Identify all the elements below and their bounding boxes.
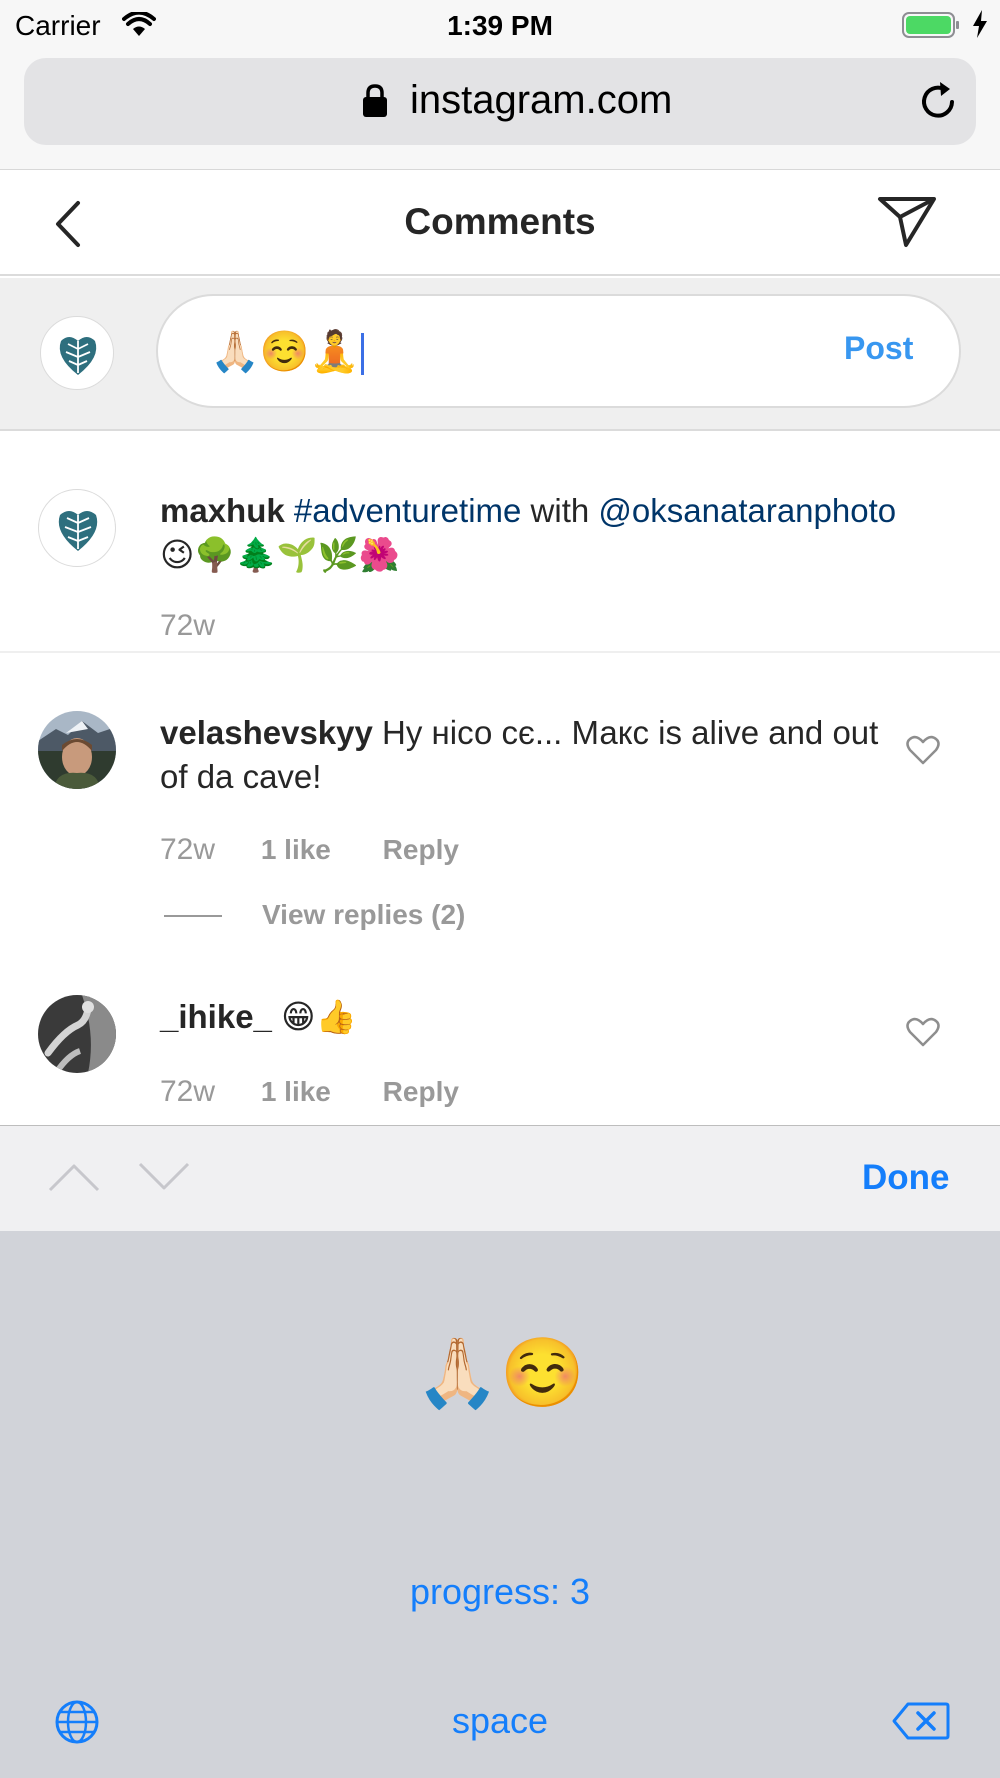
like-count[interactable]: 1 like xyxy=(261,1076,331,1107)
heart-icon[interactable] xyxy=(906,1017,940,1047)
comment-composer: 🙏🏻☺️🧘 Post xyxy=(0,278,1000,431)
divider xyxy=(164,915,222,917)
leaf-logo-icon xyxy=(59,337,97,375)
comment-input-value[interactable]: 🙏🏻☺️🧘 xyxy=(210,328,365,376)
status-bar: Carrier 1:39 PM xyxy=(0,0,1000,50)
avatar[interactable] xyxy=(38,489,116,567)
done-button[interactable]: Done xyxy=(862,1158,950,1198)
keyboard-bottom-row: space xyxy=(0,1661,1000,1778)
delete-icon[interactable] xyxy=(892,1701,950,1741)
page-title: Comments xyxy=(404,201,596,242)
like-count[interactable]: 1 like xyxy=(261,834,331,865)
user-photo-icon xyxy=(38,711,116,789)
send-direct-icon[interactable] xyxy=(876,193,938,249)
emoji-keyboard: 🙏🏻☺️ progress: 3 space xyxy=(0,1231,1000,1778)
heart-icon[interactable] xyxy=(906,735,940,765)
browser-url-area: instagram.com xyxy=(0,50,1000,170)
comments-header: Comments xyxy=(0,171,1000,276)
avatar[interactable] xyxy=(38,711,116,789)
comment-time: 72w xyxy=(160,833,216,866)
emoji-preview: 🙏🏻☺️ xyxy=(415,1335,585,1411)
comment-item: _ihike_ 😁👍 72w 1 like Reply xyxy=(0,955,1000,1125)
progress-text: progress: 3 xyxy=(409,1571,591,1612)
post-caption: maxhuk #adventuretime with @oksanataranp… xyxy=(0,433,1000,653)
leaf-logo-icon xyxy=(58,511,98,551)
comment-username[interactable]: velashevskyy xyxy=(160,714,373,751)
comment-username[interactable]: _ihike_ xyxy=(160,998,272,1035)
chevron-up-icon[interactable] xyxy=(48,1162,100,1192)
avatar[interactable] xyxy=(38,995,116,1073)
chevron-down-icon[interactable] xyxy=(138,1162,190,1192)
user-photo-icon xyxy=(38,995,116,1073)
comment-text: _ihike_ 😁👍 xyxy=(160,995,880,1039)
avatar xyxy=(40,316,114,390)
comment-input[interactable]: 🙏🏻☺️🧘 Post xyxy=(156,294,961,408)
caption-text: maxhuk #adventuretime with @oksanataranp… xyxy=(160,489,960,577)
lock-icon xyxy=(363,84,387,117)
comment-text: velashevskyy Ну нісо сє... Макс is alive… xyxy=(160,711,880,799)
url-text: instagram.com xyxy=(410,78,673,122)
reload-icon[interactable] xyxy=(916,80,960,124)
keyboard-accessory-bar: Done xyxy=(0,1125,1000,1231)
comment-item: velashevskyy Ну нісо сє... Макс is alive… xyxy=(0,655,1000,955)
reply-button[interactable]: Reply xyxy=(383,1076,459,1107)
charging-bolt-icon xyxy=(973,10,987,38)
space-key[interactable]: space xyxy=(150,1671,850,1771)
view-replies-button[interactable]: View replies (2) xyxy=(262,899,465,931)
address-bar[interactable]: instagram.com xyxy=(24,58,976,145)
caption-word: with xyxy=(530,492,590,529)
mention-link[interactable]: @oksanataranphoto xyxy=(598,492,896,529)
text-caret xyxy=(361,333,365,376)
comment-meta: 72w 1 like Reply xyxy=(160,833,459,867)
comment-body: 😁👍 xyxy=(281,998,357,1035)
clock: 1:39 PM xyxy=(447,10,553,41)
comment-meta: 72w 1 like Reply xyxy=(160,1075,459,1109)
hashtag-link[interactable]: #adventuretime xyxy=(294,492,521,529)
reply-button[interactable]: Reply xyxy=(383,834,459,865)
post-button[interactable]: Post xyxy=(844,330,913,367)
caption-emojis: 😉🌳🌲🌱🌿🌺 xyxy=(160,536,400,573)
globe-icon[interactable] xyxy=(54,1699,100,1745)
comment-time: 72w xyxy=(160,1075,216,1108)
battery-icon xyxy=(902,12,959,38)
caption-time: 72w xyxy=(160,609,216,642)
caption-username[interactable]: maxhuk xyxy=(160,492,285,529)
